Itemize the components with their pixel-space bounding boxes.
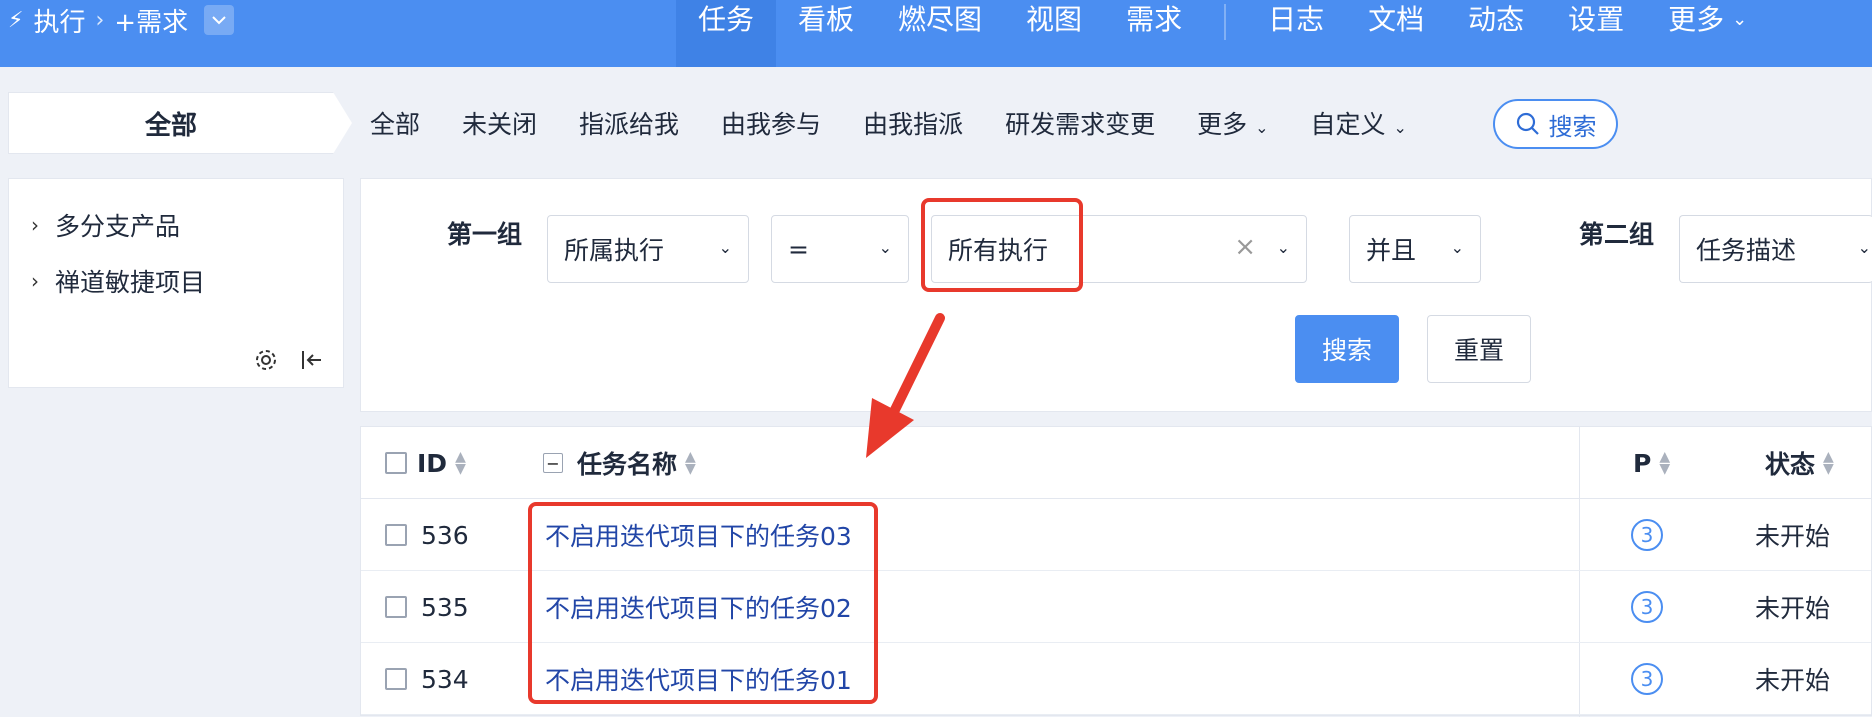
filter-story-change[interactable]: 研发需求变更 xyxy=(1005,105,1155,141)
priority-badge: 3 xyxy=(1631,591,1663,623)
filter-unclosed[interactable]: 未关闭 xyxy=(462,105,537,141)
filter-tabs: 全部 未关闭 指派给我 由我参与 由我指派 研发需求变更 更多 ⌄ 自定义 ⌄ xyxy=(370,92,1407,154)
nav-divider xyxy=(1224,4,1227,40)
chevron-down-icon: ⌄ xyxy=(1276,238,1290,257)
tree-item-multibranch[interactable]: › 多分支产品 xyxy=(31,207,180,243)
row-checkbox[interactable] xyxy=(385,524,407,546)
filter-involved[interactable]: 由我参与 xyxy=(721,105,821,141)
breadcrumb-current[interactable]: +需求 xyxy=(114,2,188,39)
group1-field-select[interactable]: 所属执行 ⌄ xyxy=(547,215,749,283)
row-id: 535 xyxy=(421,592,469,622)
chevron-down-icon: ⌄ xyxy=(1732,9,1748,30)
breadcrumb-separator: › xyxy=(95,7,105,33)
chevron-right-icon: › xyxy=(31,269,39,293)
nav-tab-story[interactable]: 需求 xyxy=(1104,0,1204,67)
search-icon xyxy=(1516,112,1539,135)
group1-label: 第一组 xyxy=(447,220,523,249)
reset-button[interactable]: 重置 xyxy=(1427,315,1531,383)
nav-tab-kanban[interactable]: 看板 xyxy=(776,0,876,67)
row-id: 534 xyxy=(421,664,469,694)
filter-assigned-by-me[interactable]: 由我指派 xyxy=(863,105,963,141)
nav-tab-dynamic[interactable]: 动态 xyxy=(1446,0,1546,67)
chevron-down-icon: ⌄ xyxy=(718,238,732,257)
tree-item-agile-project[interactable]: › 禅道敏捷项目 xyxy=(31,263,205,299)
chevron-down-icon: ⌄ xyxy=(1450,238,1464,257)
status-text: 未开始 xyxy=(1755,666,1831,695)
select-all-checkbox[interactable] xyxy=(385,452,407,474)
row-checkbox[interactable] xyxy=(385,596,407,618)
filter-assigned-to-me[interactable]: 指派给我 xyxy=(579,105,679,141)
group2-field-select[interactable]: 任务描述 ⌄ xyxy=(1679,215,1872,283)
collapse-icon[interactable]: − xyxy=(543,453,563,473)
chevron-right-icon: › xyxy=(31,213,39,237)
chevron-down-icon: ⌄ xyxy=(1393,118,1407,137)
column-id[interactable]: ID xyxy=(417,449,447,478)
column-name[interactable]: 任务名称 xyxy=(577,445,677,481)
filter-custom[interactable]: 自定义 ⌄ xyxy=(1311,105,1407,141)
breadcrumb: ⚡ 执行 › +需求 xyxy=(8,0,235,40)
priority-badge: 3 xyxy=(1631,663,1663,695)
nav-tab-more[interactable]: 更多 ⌄ xyxy=(1646,0,1769,67)
nav-tab-settings[interactable]: 设置 xyxy=(1546,0,1646,67)
annotation-box-results xyxy=(528,502,878,704)
chevron-down-icon: ⌄ xyxy=(1255,118,1269,137)
annotation-box-value xyxy=(921,198,1083,292)
collapse-sidebar-icon[interactable] xyxy=(299,347,325,373)
nav-tab-burndown[interactable]: 燃尽图 xyxy=(876,0,1004,67)
table-header: ID ▲ ▼ − 任务名称 ▲ ▼ P ▲ ▼ 状态 ▲ ▼ xyxy=(361,427,1871,499)
chevron-down-icon: ⌄ xyxy=(1857,238,1871,257)
priority-badge: 3 xyxy=(1631,519,1663,551)
group1-operator-select[interactable]: = ⌄ xyxy=(771,215,909,283)
status-text: 未开始 xyxy=(1755,522,1831,551)
sort-icon[interactable]: ▲ ▼ xyxy=(1659,450,1670,476)
module-tree: › 多分支产品 › 禅道敏捷项目 xyxy=(8,178,344,388)
group-logic-select[interactable]: 并且 ⌄ xyxy=(1349,215,1481,283)
nav-tab-doc[interactable]: 文档 xyxy=(1346,0,1446,67)
gear-icon[interactable] xyxy=(253,347,279,373)
execution-icon: ⚡ xyxy=(8,7,24,33)
group2-label: 第二组 xyxy=(1579,220,1655,249)
search-button[interactable]: 搜索 xyxy=(1295,315,1399,383)
filter-more[interactable]: 更多 ⌄ xyxy=(1197,105,1268,141)
search-panel: 第一组 所属执行 ⌄ = ⌄ 所有执行 × ⌄ 并且 ⌄ 第二组 任务描述 ⌄ … xyxy=(360,178,1872,412)
top-navbar: ⚡ 执行 › +需求 任务 看板 燃尽图 视图 需求 日志 文档 动态 设置 更… xyxy=(0,0,1872,67)
nav-tab-log[interactable]: 日志 xyxy=(1246,0,1346,67)
sort-icon[interactable]: ▲ ▼ xyxy=(1823,450,1834,476)
chevron-down-icon[interactable] xyxy=(204,5,235,35)
search-toggle-button[interactable]: 搜索 xyxy=(1493,99,1618,149)
sort-icon[interactable]: ▲ ▼ xyxy=(455,450,466,476)
nav-tab-task[interactable]: 任务 xyxy=(676,0,777,67)
module-tab-all[interactable]: 全部 xyxy=(8,92,352,154)
status-text: 未开始 xyxy=(1755,594,1831,623)
close-icon[interactable]: × xyxy=(1234,232,1256,262)
main-nav: 任务 看板 燃尽图 视图 需求 日志 文档 动态 设置 更多 ⌄ xyxy=(676,0,1769,67)
filter-all[interactable]: 全部 xyxy=(370,105,420,141)
column-status[interactable]: 状态 xyxy=(1765,445,1815,481)
sort-icon[interactable]: ▲ ▼ xyxy=(685,450,696,476)
row-id: 536 xyxy=(421,520,469,550)
column-priority[interactable]: P xyxy=(1633,449,1651,478)
breadcrumb-execution[interactable]: 执行 xyxy=(33,2,85,39)
nav-tab-view[interactable]: 视图 xyxy=(1004,0,1104,67)
row-checkbox[interactable] xyxy=(385,668,407,690)
chevron-down-icon: ⌄ xyxy=(878,238,892,257)
